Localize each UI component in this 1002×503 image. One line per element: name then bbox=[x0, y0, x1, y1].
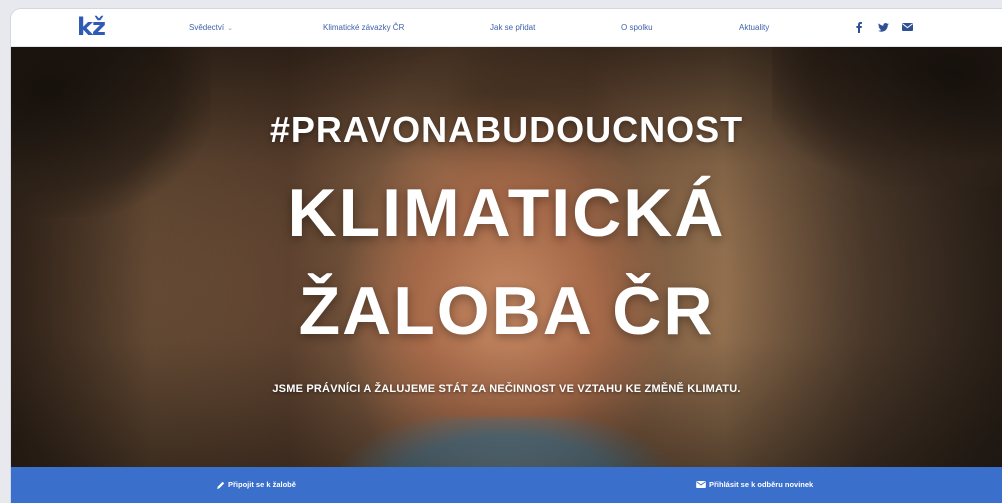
nav-item-o-spolku[interactable]: O spolku bbox=[621, 23, 653, 32]
nav-item-jak-se-pridat[interactable]: Jak se přidat bbox=[490, 23, 535, 32]
subscribe-newsletter-button[interactable]: Přihlásit se k odběru novinek bbox=[696, 480, 813, 489]
nav-item-label: Svědectví bbox=[189, 23, 225, 32]
pencil-icon bbox=[217, 481, 225, 489]
join-lawsuit-label: Připojit se k žalobě bbox=[228, 480, 296, 489]
hero-title-line-1: KLIMATICKÁ bbox=[287, 175, 726, 251]
top-navigation: kž Svědectví ⌄ Klimatické závazky ČR Jak … bbox=[11, 9, 1002, 47]
nav-item-svedectvi[interactable]: Svědectví ⌄ bbox=[189, 23, 233, 32]
site-logo[interactable]: kž bbox=[77, 13, 106, 41]
nav-item-klimaticke-zavazky[interactable]: Klimatické závazky ČR bbox=[323, 23, 404, 32]
hero-title-line-2: ŽALOBA ČR bbox=[298, 273, 715, 349]
twitter-icon[interactable] bbox=[877, 21, 889, 33]
nav-item-label: Jak se přidat bbox=[490, 23, 536, 32]
nav-item-label: Aktuality bbox=[739, 23, 770, 32]
nav-item-aktuality[interactable]: Aktuality bbox=[739, 23, 769, 32]
browser-page: kž Svědectví ⌄ Klimatické závazky ČR Jak … bbox=[11, 9, 1002, 503]
mail-icon[interactable] bbox=[901, 21, 913, 33]
nav-item-label: Klimatické závazky ČR bbox=[323, 23, 405, 32]
facebook-icon[interactable] bbox=[853, 21, 865, 33]
hero-subtitle: JSME PRÁVNÍCI A ŽALUJEME STÁT ZA NEČINNO… bbox=[272, 383, 741, 395]
join-lawsuit-button[interactable]: Připojit se k žalobě bbox=[217, 480, 296, 489]
hero-hashtag: #PRAVONABUDOUCNOST bbox=[269, 109, 744, 150]
envelope-icon bbox=[696, 481, 706, 488]
subscribe-newsletter-label: Přihlásit se k odběru novinek bbox=[709, 480, 814, 489]
chevron-down-icon: ⌄ bbox=[227, 25, 234, 32]
nav-item-label: O spolku bbox=[621, 23, 653, 32]
hero-banner: #PRAVONABUDOUCNOST KLIMATICKÁ ŽALOBA ČR … bbox=[11, 47, 1002, 467]
cta-bar: Připojit se k žalobě Přihlásit se k odbě… bbox=[11, 467, 1002, 503]
